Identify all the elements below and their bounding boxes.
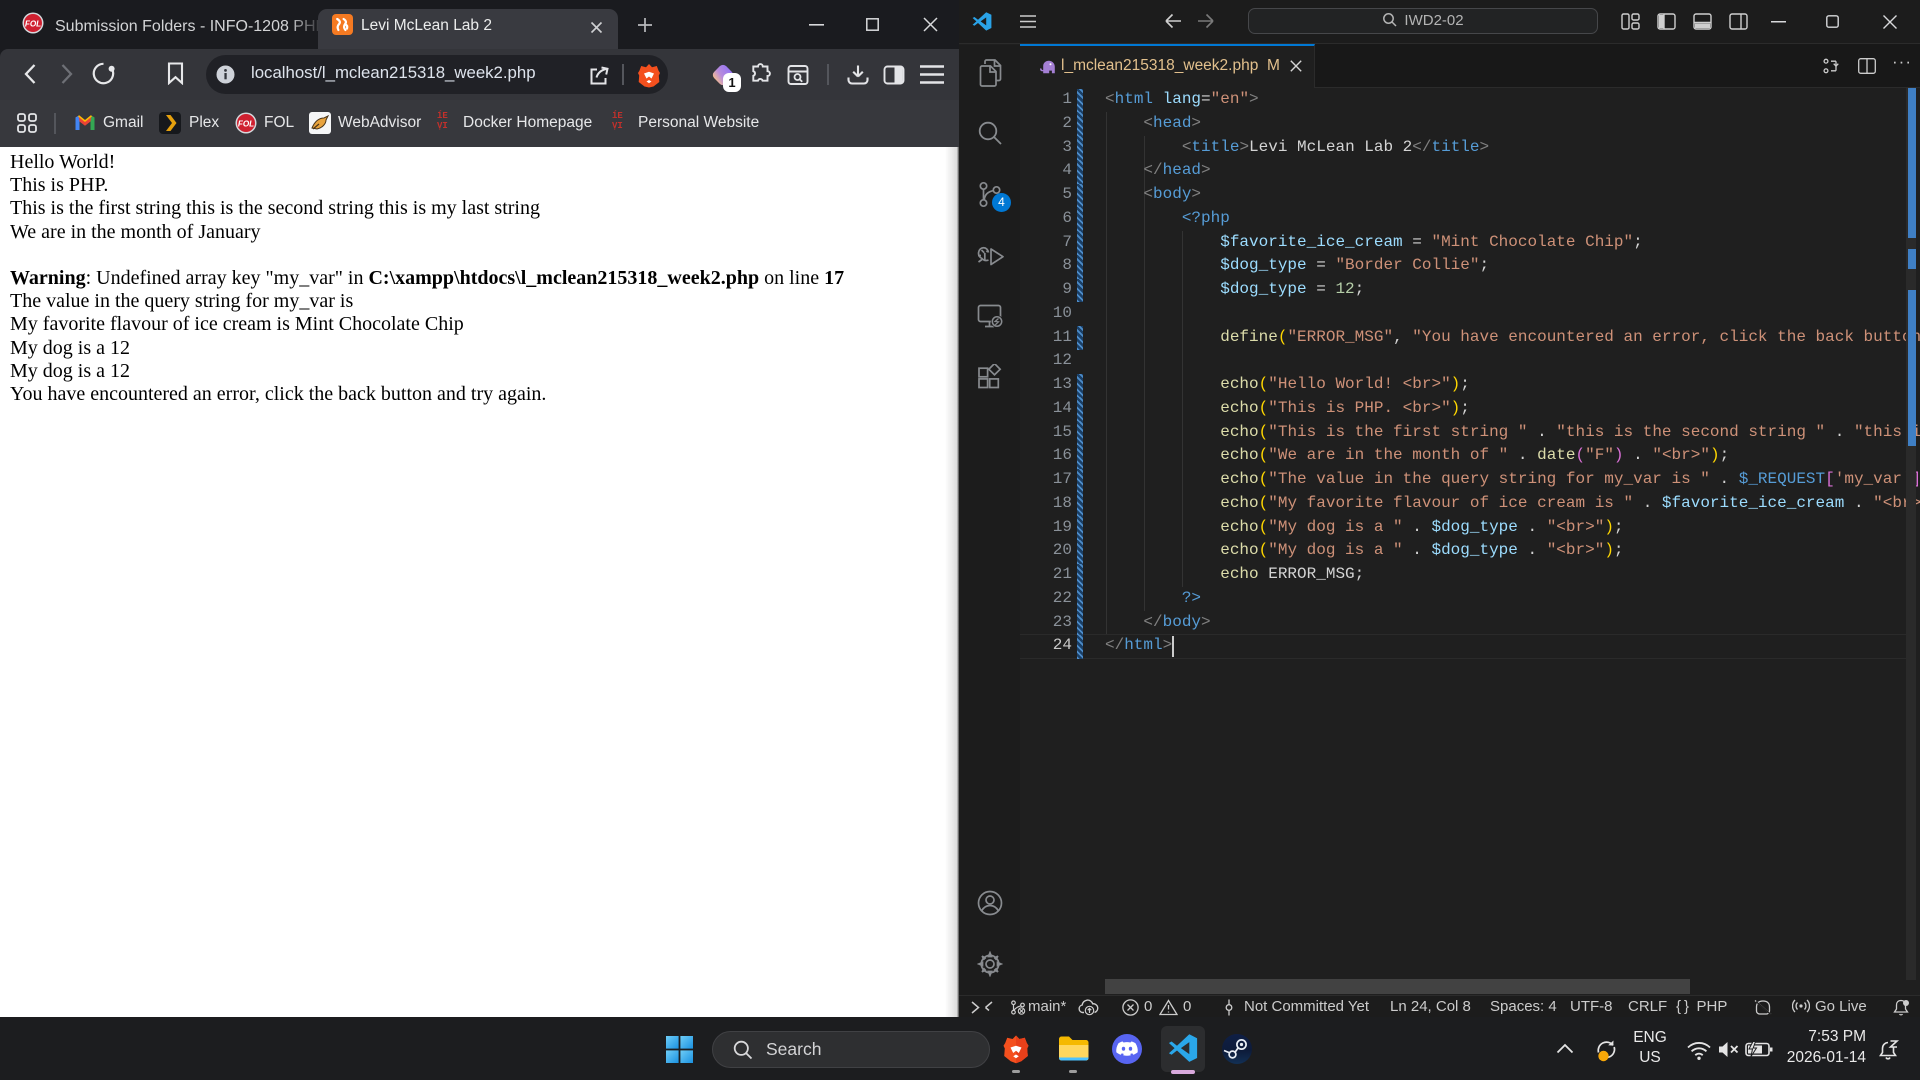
svg-text:FOL: FOL [25,20,41,29]
svg-text:FOL: FOL [238,120,254,129]
